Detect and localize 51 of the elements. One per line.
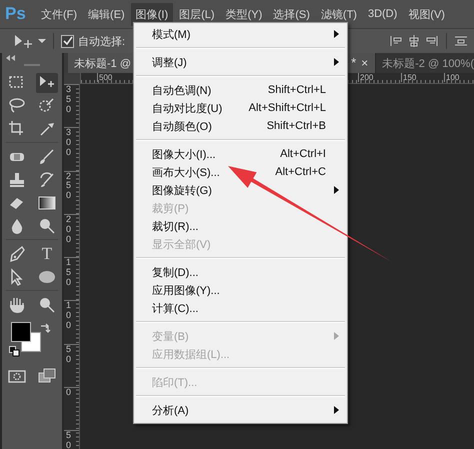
menu-item[interactable]: 画布大小(S)... Alt+Ctrl+C (134, 163, 347, 181)
move-tool-icon[interactable] (12, 33, 34, 49)
arrow-cross-icon[interactable] (36, 72, 58, 92)
menu-item[interactable]: 选择(S) (268, 2, 315, 26)
menu-item[interactable]: 编辑(E) (83, 2, 130, 26)
ruler-label: 50 (66, 344, 72, 365)
menu-item[interactable]: 3D(D) (362, 4, 402, 24)
align-icon[interactable] (407, 34, 421, 48)
align-icon[interactable] (425, 34, 439, 48)
screen-mode-icon[interactable] (36, 366, 58, 386)
menu-item[interactable]: 裁切(R)... (134, 217, 347, 235)
ruler-label: 250 (66, 172, 72, 202)
ruler-label: 0 (66, 388, 72, 398)
caret-icon[interactable] (38, 38, 46, 44)
ruler-label: 200 (358, 73, 374, 82)
ruler-label: 300 (66, 128, 72, 158)
menu-item[interactable]: 图像大小(I)... Alt+Ctrl+I (134, 145, 347, 163)
distribute-icon[interactable] (454, 34, 468, 48)
color-swatches-drawing[interactable] (11, 322, 41, 352)
swap-arrows-icon[interactable] (39, 322, 51, 334)
menu-item[interactable]: 计算(C)... (134, 299, 347, 317)
menu-item[interactable]: 图层(L) (174, 2, 220, 26)
ruler-label: 100 (66, 301, 72, 332)
auto-select-checkbox[interactable] (61, 34, 74, 48)
menu-item[interactable]: 模式(M) (134, 25, 347, 43)
ruler-label: 150 (66, 258, 72, 288)
app-logo: Ps (4, 4, 27, 24)
ruler-label: 500 (97, 73, 112, 82)
ruler-label: 350 (66, 85, 72, 115)
menu-item[interactable]: 图像旋转(G) (134, 181, 347, 199)
menu-item[interactable]: 滤镜(T) (316, 2, 362, 26)
double-arrow-icon[interactable] (6, 55, 16, 61)
text-tool-button[interactable]: T (36, 244, 58, 264)
auto-select-label: 自动选择: (78, 34, 126, 48)
align-icon[interactable] (389, 34, 403, 48)
menu-item[interactable]: 类型(Y) (220, 2, 268, 26)
ruler-label: 200 (66, 214, 72, 245)
menu-item[interactable]: 视图(V) (403, 2, 450, 26)
menu-item[interactable]: 调整(J) (134, 53, 347, 71)
ruler-label: 150 (401, 73, 416, 82)
menu-item[interactable]: 复制(D)... (134, 263, 347, 281)
menu-item[interactable]: 自动色调(N) Shift+Ctrl+L (134, 81, 347, 99)
document-tab[interactable]: 未标题-2 @ 100%( (375, 53, 474, 73)
default-colors-icon[interactable] (9, 346, 20, 357)
menu-item[interactable]: 自动颜色(O) Shift+Ctrl+B (134, 117, 347, 135)
menu-item[interactable]: 应用图像(Y)... (134, 281, 347, 299)
menu-item[interactable]: 分析(A) (134, 401, 347, 419)
ruler-label: 100 (444, 73, 460, 82)
menu-item[interactable]: 自动对比度(U) Alt+Shift+Ctrl+L (134, 99, 347, 117)
ruler-label: 50 (66, 431, 72, 449)
menu-item[interactable]: 文件(F) (36, 2, 82, 26)
